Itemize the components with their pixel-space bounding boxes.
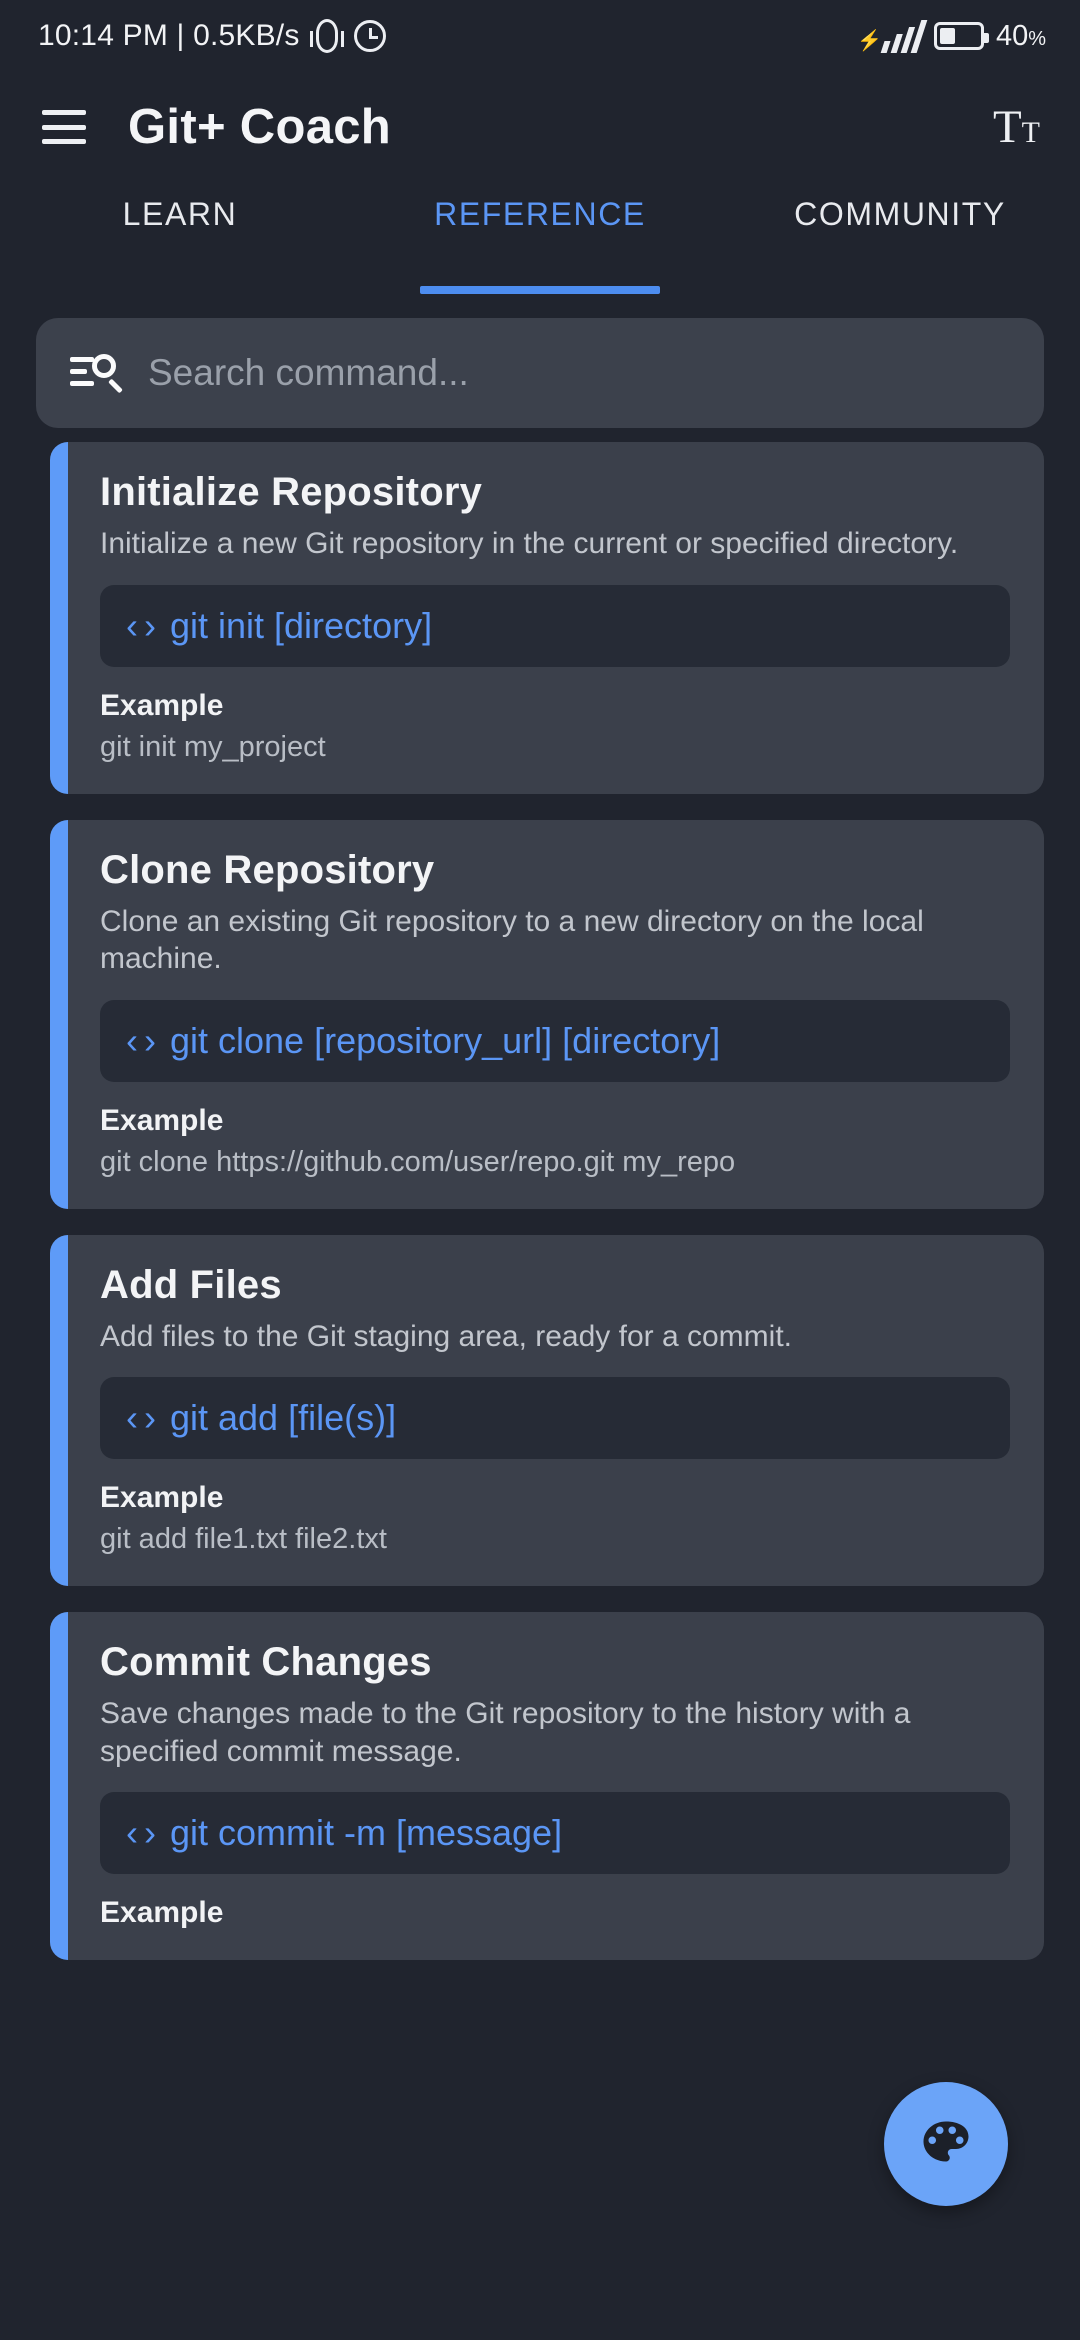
tab-learn[interactable]: LEARN — [0, 182, 360, 294]
example-text: git init my_project — [100, 730, 326, 763]
command-syntax: git init [directory] — [169, 604, 433, 646]
command-code-block[interactable]: ‹ › git init [directory] — [100, 584, 1010, 667]
command-syntax: git commit -m [message] — [169, 1812, 563, 1853]
app-bar: Git+ Coach T T — [0, 72, 1080, 182]
vibrate-icon — [309, 19, 344, 53]
command-code-block[interactable]: ‹ › git add [file(s)] — [100, 1377, 1010, 1459]
tab-community[interactable]: COMMUNITY — [720, 182, 1080, 294]
theme-palette-fab[interactable] — [884, 2082, 1008, 2206]
command-code-block[interactable]: ‹ › git clone [repository_url] [director… — [100, 999, 1010, 1082]
text-size-icon-small-t: T — [1021, 115, 1040, 149]
command-title: Commit Changes — [100, 1640, 432, 1684]
tab-reference-label: REFERENCE — [434, 196, 646, 232]
command-card-clone-repository[interactable]: Clone Repository Clone an existing Git r… — [50, 819, 1044, 1209]
command-card-add-files[interactable]: Add Files Add files to the Git staging a… — [50, 1234, 1044, 1586]
command-syntax: git add [file(s)] — [169, 1397, 397, 1438]
command-syntax: git clone [repository_url] [directory] — [169, 1019, 721, 1061]
example-label: Example — [100, 1896, 224, 1929]
command-list: Initialize Repository Initialize a new G… — [0, 428, 1080, 1960]
hamburger-menu-icon[interactable] — [42, 110, 86, 144]
search-input-placeholder: Search command... — [148, 352, 469, 393]
example-text: git clone https://github.com/user/repo.g… — [100, 1145, 736, 1178]
example-label: Example — [100, 688, 224, 722]
command-card-initialize-repository[interactable]: Initialize Repository Initialize a new G… — [50, 442, 1044, 794]
example-text: git add file1.txt file2.txt — [100, 1523, 387, 1555]
tab-bar: LEARN REFERENCE COMMUNITY — [0, 182, 1080, 294]
manage-search-icon — [70, 352, 123, 394]
battery-percentage-value: 40 — [995, 19, 1029, 52]
command-title: Add Files — [100, 1262, 282, 1307]
status-bar-right: ⚡ 40% — [857, 19, 1046, 53]
command-card-commit-changes[interactable]: Commit Changes Save changes made to the … — [50, 1612, 1044, 1960]
command-code-block[interactable]: ‹ › git commit -m [message] — [100, 1792, 1010, 1874]
example-label: Example — [100, 1481, 224, 1514]
example-label: Example — [100, 1103, 224, 1137]
status-time-and-network-speed: 10:14 PM | 0.5KB/s — [38, 19, 300, 52]
text-size-icon-large-t: T — [992, 100, 1022, 153]
code-brackets-icon: ‹ › — [126, 1397, 156, 1438]
command-description: Save changes made to the Git repository … — [100, 1697, 911, 1768]
code-brackets-icon: ‹ › — [126, 1812, 156, 1853]
command-title: Initialize Repository — [100, 470, 483, 514]
search-section: Search command... — [0, 294, 1080, 428]
alarm-clock-icon — [353, 20, 386, 52]
command-description: Clone an existing Git repository to a ne… — [100, 904, 924, 976]
page-title: Git+ Coach — [128, 100, 392, 154]
signal-bars-icon — [880, 20, 928, 53]
tab-reference[interactable]: REFERENCE — [360, 182, 720, 294]
status-bar: 10:14 PM | 0.5KB/s ⚡ 40% — [0, 0, 1080, 72]
signal-bolt-icon: ⚡ — [857, 30, 882, 52]
search-input[interactable]: Search command... — [36, 318, 1044, 428]
text-size-icon[interactable]: T T — [989, 98, 1044, 157]
status-bar-left: 10:14 PM | 0.5KB/s — [38, 19, 386, 53]
command-description: Add files to the Git staging area, ready… — [100, 1319, 792, 1353]
signal-icon: ⚡ — [857, 19, 928, 53]
command-description: Initialize a new Git repository in the c… — [100, 527, 959, 560]
tab-community-label: COMMUNITY — [794, 196, 1006, 232]
code-brackets-icon: ‹ › — [126, 1019, 156, 1061]
tab-learn-label: LEARN — [122, 196, 238, 232]
battery-icon — [933, 22, 989, 50]
code-brackets-icon: ‹ › — [126, 604, 156, 646]
battery-percentage: 40% — [996, 20, 1046, 53]
command-title: Clone Repository — [100, 847, 435, 892]
palette-icon — [923, 2121, 969, 2162]
battery-percentage-unit: % — [1028, 27, 1046, 50]
